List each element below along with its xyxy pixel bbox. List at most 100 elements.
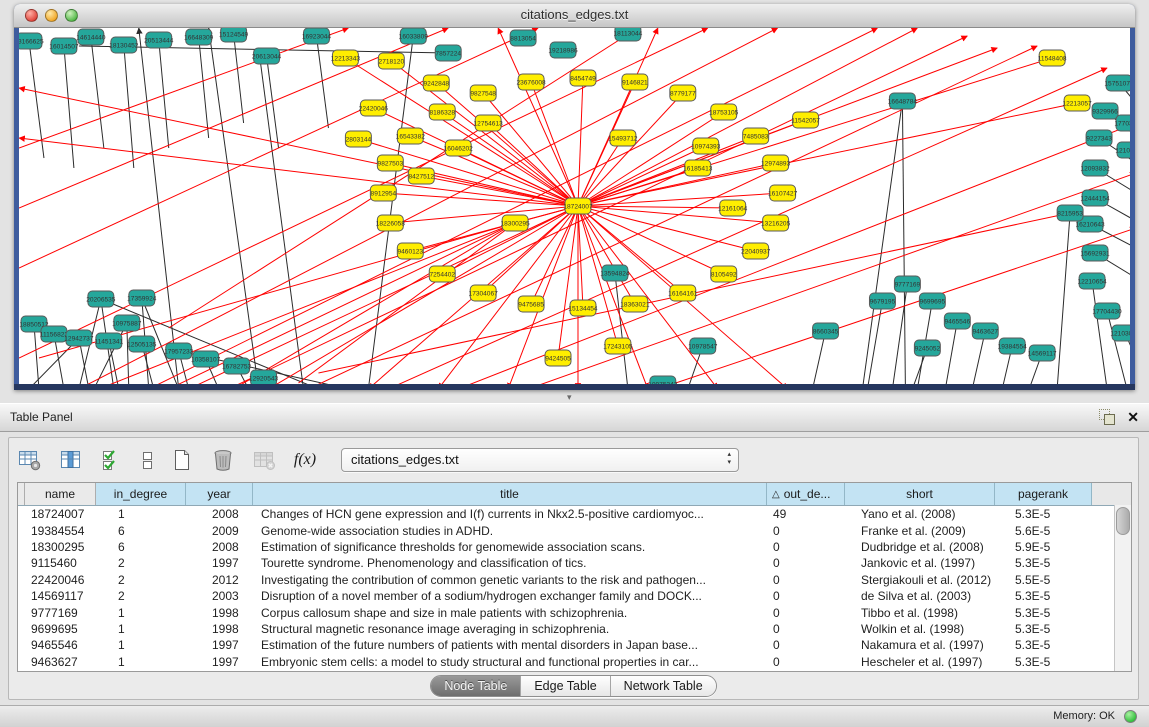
graph-node[interactable]: 23676008 [516, 74, 546, 90]
graph-node[interactable]: 12103433 [1115, 142, 1130, 158]
table-settings-icon[interactable] [17, 448, 43, 472]
graph-node[interactable]: 9827548 [470, 85, 496, 101]
graph-node[interactable]: 9146821 [622, 74, 648, 90]
table-row[interactable]: 911546021997Tourette syndrome. Phenomeno… [18, 555, 1131, 571]
graph-node[interactable]: 12213343 [331, 50, 361, 66]
graph-node[interactable]: 18130452 [109, 37, 139, 53]
graph-node[interactable]: 18753105 [709, 104, 739, 120]
graph-node[interactable]: 8186328 [429, 104, 455, 120]
function-builder-icon[interactable]: f(x) [292, 448, 318, 472]
table-row[interactable]: 969969511998Structural magnetic resonanc… [18, 621, 1131, 637]
graph-node[interactable]: 16648309 [184, 29, 214, 45]
graph-node[interactable]: 12444154 [1080, 190, 1110, 206]
graph-node[interactable]: 14614440 [76, 29, 106, 45]
graph-node[interactable]: 10358107 [191, 351, 221, 367]
graph-node[interactable]: 13594824 [600, 265, 630, 281]
column-header-in_degree[interactable]: in_degree [96, 483, 186, 505]
graph-node[interactable]: 19218986 [548, 42, 578, 58]
graph-node[interactable]: 18113044 [614, 28, 643, 41]
graph-node[interactable]: 9329966 [1092, 103, 1118, 119]
graph-node[interactable]: 15124549 [219, 28, 249, 42]
table-row[interactable]: 977716911998Corpus callosum shape and si… [18, 604, 1131, 620]
graph-node[interactable]: 8427512 [408, 168, 434, 184]
graph-node[interactable]: 17304067 [469, 285, 499, 301]
graph-node[interactable]: 2718120 [378, 53, 404, 69]
graph-node[interactable]: 11451341 [94, 333, 123, 349]
column-header-name[interactable]: name [25, 483, 96, 505]
table-row[interactable]: 946554611997Estimation of the future num… [18, 637, 1131, 653]
graph-node[interactable]: 18300295 [500, 215, 530, 231]
graph-node[interactable]: 17359924 [127, 290, 157, 306]
graph-node[interactable]: 12942737 [64, 330, 94, 346]
graph-node[interactable]: 10974393 [691, 138, 721, 154]
graph-node[interactable]: 9679195 [869, 293, 895, 309]
graph-node[interactable]: 12974893 [761, 155, 791, 171]
graph-node[interactable]: 17703455 [1114, 115, 1130, 131]
table-row[interactable]: 1872400712008Changes of HCN gene express… [18, 506, 1131, 522]
graph-node[interactable]: 8660345 [813, 323, 839, 339]
graph-node[interactable]: 16923044 [302, 28, 332, 44]
table-row[interactable]: 1830029562008Estimation of significance … [18, 539, 1131, 555]
graph-node[interactable]: 15692931 [1080, 245, 1110, 261]
graph-node[interactable]: 17243105 [603, 338, 633, 354]
vertical-scrollbar[interactable] [1114, 505, 1131, 671]
column-header-out_degree[interactable]: △out_de... [767, 483, 845, 505]
column-header-short[interactable]: short [845, 483, 995, 505]
column-header-pagerank[interactable]: pagerank [995, 483, 1092, 505]
graph-node[interactable]: 8813054 [510, 30, 536, 46]
graph-node[interactable]: 20206535 [86, 291, 116, 307]
graph-node[interactable]: 16164161 [668, 285, 698, 301]
select-rows-icon[interactable] [99, 448, 125, 472]
graph-node[interactable]: 16014507 [49, 38, 79, 54]
graph-node[interactable]: 12093832 [1080, 160, 1110, 176]
graph-node[interactable]: 16543382 [396, 128, 426, 144]
graph-node[interactable]: 15493712 [608, 130, 638, 146]
window-titlebar[interactable]: citations_edges.txt [14, 4, 1135, 28]
graph-node[interactable]: 22420046 [359, 100, 389, 116]
graph-node[interactable]: 16185413 [683, 160, 713, 176]
float-panel-icon[interactable] [1099, 409, 1115, 425]
show-columns-icon[interactable] [58, 448, 84, 472]
graph-node[interactable]: 14569117 [1028, 345, 1057, 361]
graph-node[interactable]: 10978547 [688, 338, 718, 354]
column-header-title[interactable]: title [253, 483, 767, 505]
graph-node[interactable]: 16782753 [222, 358, 252, 374]
delete-column-icon[interactable] [210, 448, 236, 472]
graph-node[interactable]: 12213057 [1062, 95, 1092, 111]
graph-node[interactable]: 15134454 [568, 300, 598, 316]
graph-node[interactable]: 16107427 [768, 185, 798, 201]
graph-node[interactable]: 2803144 [345, 131, 371, 147]
graph-node[interactable]: 20513444 [144, 32, 174, 48]
graph-node[interactable]: 9460123 [397, 243, 423, 259]
graph-node[interactable]: 7485083 [743, 128, 769, 144]
table-row[interactable]: 946362711997Embryonic stem cells: a mode… [18, 654, 1131, 670]
graph-node[interactable]: 12103054 [1110, 325, 1130, 341]
graph-node[interactable]: 12161064 [718, 200, 748, 216]
graph-node[interactable]: 16648784 [888, 93, 918, 109]
graph-node[interactable]: 11548408 [1038, 50, 1067, 66]
table-row[interactable]: 1938455462009Genome-wide association stu… [18, 522, 1131, 538]
graph-node[interactable]: 18724007 [563, 198, 593, 214]
graph-node[interactable]: 9827503 [377, 155, 403, 171]
graph-node[interactable]: 11542057 [791, 112, 820, 128]
graph-node[interactable]: 7254402 [429, 266, 455, 282]
graph-node[interactable]: 17704430 [1092, 303, 1122, 319]
graph-node[interactable]: 9465546 [944, 313, 970, 329]
graph-node[interactable]: 8912954 [370, 185, 396, 201]
graph-node[interactable]: 15751074 [1104, 75, 1130, 91]
graph-node[interactable]: 9424505 [545, 350, 571, 366]
graph-node[interactable]: 12920543 [249, 370, 279, 384]
graph-node[interactable]: 16033809 [399, 28, 429, 44]
graph-node[interactable]: 22040937 [741, 243, 771, 259]
graph-node[interactable]: 12210654 [1077, 273, 1107, 289]
graph-node[interactable]: 8215953 [1057, 205, 1083, 221]
table-row[interactable]: 2242004622012Investigating the contribut… [18, 572, 1131, 588]
tab-network-table[interactable]: Network Table [610, 676, 716, 696]
graph-node[interactable]: 12505135 [127, 336, 157, 352]
graph-node[interactable]: 8454749 [570, 70, 596, 86]
new-column-icon[interactable] [169, 448, 195, 472]
close-panel-icon[interactable]: ✕ [1127, 410, 1139, 424]
graph-node[interactable]: 10975887 [112, 315, 142, 331]
graph-node[interactable]: 19384554 [998, 338, 1028, 354]
tab-node-table[interactable]: Node Table [431, 676, 520, 696]
